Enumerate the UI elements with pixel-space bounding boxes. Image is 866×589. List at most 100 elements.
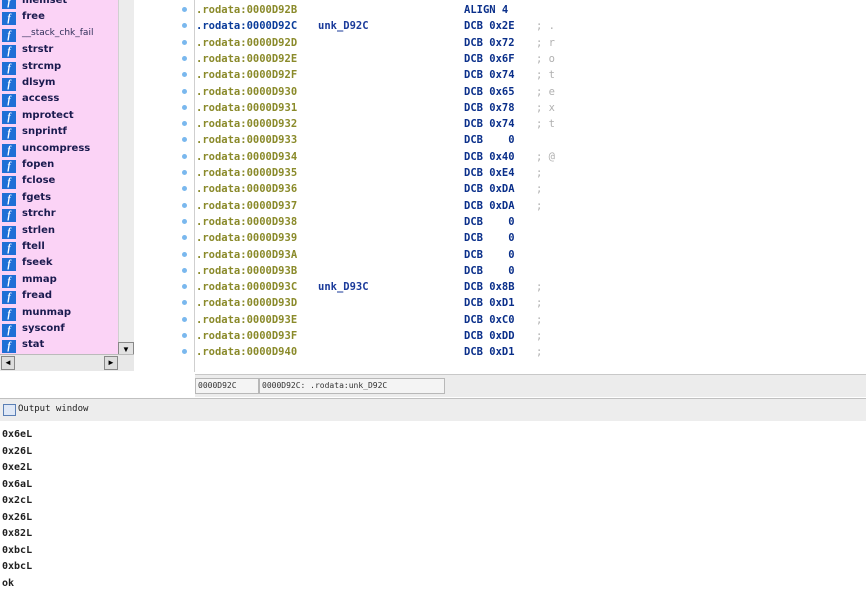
disassembly-line[interactable]: .rodata:0000D92D DCB 0x72 ; r	[196, 37, 856, 53]
disassembly-line[interactable]: .rodata:0000D935 DCB 0xE4;	[196, 167, 856, 183]
disassembly-line[interactable]: .rodata:0000D937 DCB 0xDA;	[196, 200, 856, 216]
function-icon: f	[2, 192, 16, 206]
function-list-item[interactable]: f ftell	[0, 240, 118, 256]
output-line: 0x82L	[2, 528, 33, 539]
disassembly-view[interactable]: .rodata:0000D92B ALIGN 4 .rodata:0000D92C u…	[178, 0, 866, 372]
function-icon: f	[2, 225, 16, 239]
function-list-item[interactable]: f fseek	[0, 256, 118, 272]
function-icon: f	[2, 324, 16, 337]
function-name: fclose	[22, 175, 56, 187]
function-list-item[interactable]: f mmap	[0, 273, 118, 289]
horizontal-scrollbar[interactable]: ◄ ►	[0, 354, 134, 371]
gutter-marker	[182, 153, 187, 159]
disassembly-line[interactable]: .rodata:0000D92C unk_D92C DCB 0x2E ; .	[196, 20, 856, 36]
function-list-item[interactable]: f strchr	[0, 207, 118, 223]
disassembly-line[interactable]: .rodata:0000D938 DCB 0	[196, 216, 856, 232]
disassembly-line[interactable]: .rodata:0000D932 DCB 0x74 ; t	[196, 118, 856, 134]
line-address: .rodata:0000D92F	[196, 69, 298, 82]
output-line: 0x6eL	[2, 429, 33, 440]
line-label[interactable]: unk_D93C	[318, 281, 369, 293]
line-address: .rodata:0000D936	[196, 183, 298, 196]
function-list-item[interactable]: f sysconf	[0, 322, 118, 338]
function-name: stat	[22, 339, 45, 351]
function-name: fgets	[22, 191, 52, 203]
function-name: dlsym	[22, 77, 56, 88]
gutter-marker	[182, 170, 187, 175]
panel-divider	[134, 0, 178, 398]
disassembly-line[interactable]: .rodata:0000D939 DCB 0	[196, 232, 856, 248]
disassembly-line[interactable]: .rodata:0000D92F DCB 0x74 ; t	[196, 69, 856, 85]
function-list-item[interactable]: f fgets	[0, 191, 118, 207]
line-address: .rodata:0000D933	[196, 134, 298, 147]
function-list-item[interactable]: f __stack_chk_fail	[0, 27, 118, 43]
function-list-item[interactable]: f strlen	[0, 224, 118, 240]
function-list-item[interactable]: f uncompress	[0, 142, 118, 158]
disassembly-line[interactable]: .rodata:0000D936 DCB 0xDA;	[196, 183, 856, 199]
disassembly-line[interactable]: .rodata:0000D92B ALIGN 4	[196, 4, 856, 20]
function-name: ftell	[22, 241, 45, 252]
function-list-item[interactable]: f fread	[0, 289, 118, 305]
output-window-content[interactable]: 0x6eL 0x26L 0xe2L 0x6aL 0x2cL 0x26L 0x82L 0xbcL…	[0, 421, 866, 589]
disassembly-line[interactable]: .rodata:0000D930 DCB 0x65 ; e	[196, 86, 856, 102]
line-instruction: DCB 0x78	[464, 101, 515, 114]
disassembly-line[interactable]: .rodata:0000D92E DCB 0x6F ; o	[196, 53, 856, 69]
line-address: .rodata:0000D931	[196, 101, 298, 114]
output-line: 0x26L	[2, 511, 33, 523]
function-list-panel[interactable]: f memset f free f __stack_chk_fail f strstr f str…	[0, 0, 118, 368]
function-icon: f	[2, 291, 16, 305]
disassembly-line[interactable]: .rodata:0000D934 DCB 0x40 ; @	[196, 151, 856, 167]
function-list-item[interactable]: f strcmp	[0, 60, 118, 76]
line-address: .rodata:0000D93A	[196, 248, 298, 261]
disassembly-line[interactable]: .rodata:0000D93A DCB 0	[196, 249, 856, 265]
function-list-item[interactable]: f free	[0, 10, 118, 26]
function-name: strlen	[22, 224, 55, 236]
function-list-item[interactable]: f dlsym	[0, 76, 118, 92]
gutter-marker	[182, 284, 187, 290]
function-icon: f	[2, 176, 16, 190]
line-instruction: DCB 0xDD	[464, 330, 515, 342]
line-instruction: DCB 0x2E	[464, 20, 515, 33]
disassembly-line[interactable]: .rodata:0000D940 DCB 0xD1;	[196, 346, 856, 362]
line-comment: ; .	[536, 20, 555, 33]
function-list-item[interactable]: f fclose	[0, 174, 118, 190]
line-comment: ; @	[536, 150, 555, 163]
output-line: 0x2cL	[2, 495, 33, 506]
disassembly-line[interactable]: .rodata:0000D93C unk_D93C DCB 0x8B;	[196, 281, 856, 297]
disassembly-line[interactable]: .rodata:0000D93E DCB 0xC0;	[196, 314, 856, 330]
function-icon: f	[2, 340, 16, 354]
scroll-right-icon[interactable]: ►	[104, 356, 118, 370]
line-instruction: DCB 0	[464, 248, 515, 261]
function-list-item[interactable]: f munmap	[0, 306, 118, 322]
function-list-item[interactable]: f mprotect	[0, 109, 118, 125]
disassembly-line[interactable]: .rodata:0000D93B DCB 0	[196, 265, 856, 281]
function-list-scrollbar[interactable]	[118, 0, 135, 368]
disassembly-line[interactable]: .rodata:0000D931 DCB 0x78 ; x	[196, 102, 856, 118]
function-name: strstr	[22, 44, 54, 56]
line-label[interactable]: unk_D92C	[318, 20, 369, 32]
gutter-marker	[182, 104, 187, 110]
function-list-item[interactable]: f strstr	[0, 43, 118, 59]
output-window-icon	[3, 404, 16, 416]
function-list-item[interactable]: f stat	[0, 338, 118, 354]
line-comment: ; t	[536, 69, 555, 82]
function-list-item[interactable]: f access	[0, 92, 118, 108]
disassembly-line[interactable]: .rodata:0000D933 DCB 0	[196, 134, 856, 150]
function-list-item[interactable]: f memset	[0, 0, 118, 10]
function-list-item[interactable]: f fopen	[0, 158, 118, 174]
function-icon: f	[2, 94, 16, 108]
line-instruction: DCB 0x72	[464, 36, 515, 49]
line-instruction: DCB 0x8B	[464, 281, 515, 294]
line-instruction: DCB 0	[464, 215, 515, 228]
gutter-marker	[182, 202, 187, 208]
line-comment: ; o	[536, 52, 555, 65]
scroll-left-icon[interactable]: ◄	[1, 356, 15, 370]
line-address: .rodata:0000D932	[196, 118, 298, 131]
function-list-item[interactable]: f snprintf	[0, 125, 118, 141]
disassembly-line[interactable]: .rodata:0000D93D DCB 0xD1;	[196, 297, 856, 313]
gutter-marker	[182, 251, 187, 257]
gutter-marker	[182, 300, 187, 306]
output-window-header[interactable]: Output window	[0, 398, 866, 422]
function-icon: f	[2, 307, 16, 321]
disassembly-line[interactable]: .rodata:0000D93F DCB 0xDD;	[196, 330, 856, 346]
output-line: 0xbcL	[2, 561, 33, 572]
